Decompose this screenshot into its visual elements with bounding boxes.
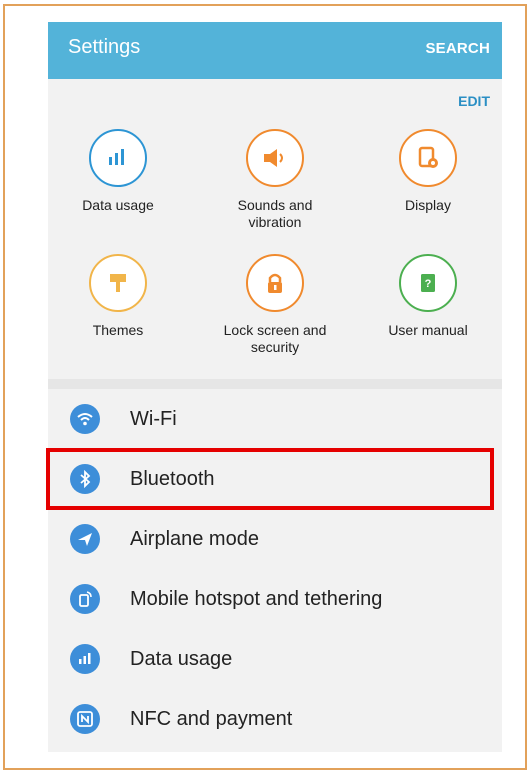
settings-item-data-usage[interactable]: Data usage: [48, 629, 502, 689]
app-bar: Settings SEARCH: [48, 22, 502, 79]
hotspot-icon: [70, 584, 100, 614]
edit-button[interactable]: EDIT: [458, 93, 490, 109]
lock-icon: [246, 254, 304, 312]
volume-icon: [246, 129, 304, 187]
settings-item-wifi[interactable]: Wi-Fi: [48, 389, 502, 449]
display-icon: [399, 129, 457, 187]
data-usage-icon: [70, 644, 100, 674]
bluetooth-icon: [70, 464, 100, 494]
brush-icon: [89, 254, 147, 312]
settings-item-bluetooth[interactable]: Bluetooth: [48, 449, 502, 509]
settings-item-airplane[interactable]: Airplane mode: [48, 509, 502, 569]
quick-tile-lock-screen[interactable]: Lock screen and security: [215, 254, 335, 356]
quick-tile-user-manual[interactable]: ? User manual: [368, 254, 488, 339]
quick-tile-label: Themes: [92, 322, 144, 338]
settings-item-label: Wi-Fi: [130, 407, 177, 430]
data-usage-icon: [89, 129, 147, 187]
settings-item-label: Airplane mode: [130, 527, 259, 550]
quick-tile-data-usage[interactable]: Data usage: [58, 129, 178, 214]
settings-item-label: Bluetooth: [130, 467, 215, 490]
quick-tile-sounds[interactable]: Sounds and vibration: [215, 129, 335, 231]
settings-screen: Settings SEARCH EDIT Data usage Sounds a…: [48, 22, 502, 752]
settings-item-hotspot[interactable]: Mobile hotspot and tethering: [48, 569, 502, 629]
settings-item-label: Data usage: [130, 647, 233, 670]
svg-text:?: ?: [425, 278, 432, 290]
search-button[interactable]: SEARCH: [425, 40, 490, 57]
settings-list: Wi-Fi Bluetooth Airplane mode Mobile hot…: [48, 389, 502, 749]
airplane-icon: [70, 524, 100, 554]
section-divider: [48, 379, 502, 389]
wifi-icon: [70, 404, 100, 434]
quick-tile-label: Lock screen and security: [223, 322, 327, 355]
nfc-icon: [70, 704, 100, 734]
quick-tile-label: Display: [405, 197, 451, 213]
quick-tile-label: Sounds and vibration: [237, 197, 313, 230]
settings-item-nfc[interactable]: NFC and payment: [48, 689, 502, 749]
quick-tile-display[interactable]: Display: [368, 129, 488, 214]
quick-tile-label: Data usage: [82, 197, 154, 213]
settings-item-label: Mobile hotspot and tethering: [130, 587, 383, 610]
quick-tile-themes[interactable]: Themes: [58, 254, 178, 339]
quick-tile-label: User manual: [388, 322, 468, 338]
quick-settings-panel: EDIT Data usage Sounds and vibration Dis…: [48, 79, 502, 379]
page-title: Settings: [68, 36, 141, 58]
settings-item-label: NFC and payment: [130, 707, 293, 730]
book-icon: ?: [399, 254, 457, 312]
